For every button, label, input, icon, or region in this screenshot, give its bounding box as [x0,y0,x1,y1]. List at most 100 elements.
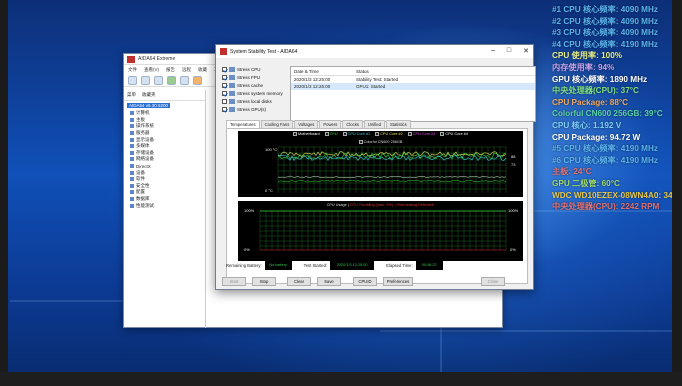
menu-favorites[interactable]: 收藏 [198,67,207,72]
screen-frame-bottom [0,372,682,386]
log-status: GPU1: Started [356,84,386,89]
menu-file[interactable]: 文件 [128,67,137,72]
log-header: Date & Time Status [291,67,535,76]
stress-label: Stress FPU [237,74,261,80]
log-col-datetime[interactable]: Date & Time [291,69,353,74]
tab-unified[interactable]: Unified [363,120,385,128]
user-icon[interactable] [180,76,189,85]
menu-view[interactable]: 查看(V) [144,67,159,72]
aida64-logo-icon [220,48,227,55]
preferences-button[interactable]: Preferences [383,277,413,286]
monitor-tabs: Temperatures Cooling Fans Voltages Powers Cl… [226,120,532,128]
cpuid-button[interactable]: CPUID [353,277,377,286]
stress-checkbox[interactable] [222,98,227,104]
tab-temperatures[interactable]: Temperatures [226,120,260,128]
tree-item-label: 多媒体 [136,143,150,149]
up-icon[interactable] [154,76,163,85]
osd-line: #3 CPU 核心频率: 4090 MHz [552,28,659,38]
osd-line: CPU 使用率: 100% [552,51,623,61]
tree-node-icon [130,131,134,136]
tab-powers[interactable]: Powers [319,120,342,128]
tree-item[interactable]: 服务器 [124,130,205,137]
stress-label: Stress local disks [237,98,272,104]
stress-option[interactable]: Stress FPU [222,73,294,81]
tree-node-icon [130,124,134,129]
tree-item[interactable]: 安全性 [124,183,205,190]
screen-frame-right [672,0,682,386]
back-icon[interactable] [128,76,137,85]
menu-report[interactable]: 报告 [166,67,175,72]
stress-checkbox[interactable] [222,66,227,72]
temperature-graph-canvas [277,146,507,193]
menu-remote[interactable]: 远程 [182,67,191,72]
event-log-table: Date & Time Status 2020/1/3 12:25:00 Sta… [290,66,536,122]
stability-title: System Stability Test - AIDA64 [230,49,298,55]
tree-item[interactable]: 计算机 [124,110,205,117]
tree-item[interactable]: 显示设备 [124,136,205,143]
tree-node-icon [130,177,134,182]
stress-checkbox[interactable] [222,107,227,113]
tree-tabs: 菜单 收藏夹 [124,90,205,101]
tree-item[interactable]: 多媒体 [124,143,205,150]
stress-option[interactable]: Stress GPU(s) [222,105,294,113]
tree-item[interactable]: DirectX [124,163,205,170]
tree-item[interactable]: 设备 [124,169,205,176]
tree-item[interactable]: 软件 [124,176,205,183]
stress-option[interactable]: Stress system memory [222,89,294,97]
stop-button[interactable]: Stop [252,277,276,286]
table-row[interactable]: 2020/1/3 12:25:00 GPU1: Started [291,83,535,90]
osd-line: 中央处理器(CPU): 37°C [552,86,639,96]
log-col-status[interactable]: Status [353,69,535,74]
osd-line: GPU 核心频率: 1890 MHz [552,74,648,84]
log-status: Stability Test: Started [356,77,399,82]
aida64-title: AIDA64 Extreme [138,56,176,62]
stress-option[interactable]: Stress cache [222,81,294,89]
tab-menu[interactable]: 菜单 [127,92,136,98]
tab-cooling-fans[interactable]: Cooling Fans [260,120,294,128]
aida64-tree-panel: 菜单 收藏夹 AIDA64 v6.30.5200 计算机 主板 操作系统 服务器 显示设… [124,90,206,328]
tree-item-label: 设备 [136,169,145,175]
battery-label: Remaining Battery: [226,262,262,268]
tree-item[interactable]: 网络设备 [124,156,205,163]
clear-button[interactable]: Clear [287,277,311,286]
stress-option[interactable]: Stress CPU [222,65,294,73]
tree-item[interactable]: 性能测试 [124,202,205,209]
tab-favorites[interactable]: 收藏夹 [142,92,156,98]
close-icon[interactable]: ✕ [523,47,529,55]
minimize-icon[interactable]: – [491,47,495,55]
save-button[interactable]: Save [317,277,341,286]
tab-clocks[interactable]: Clocks [342,120,363,128]
tree-item[interactable]: 操作系统 [124,123,205,130]
tree-root[interactable]: AIDA64 v6.30.5200 [124,101,205,110]
tab-statistics[interactable]: Statistics [385,120,411,128]
chart-icon[interactable] [193,76,202,85]
tab-voltages[interactable]: Voltages [294,120,319,128]
close-button[interactable]: Close [481,277,505,286]
elapsed-label: Elapsed Time: [386,262,413,268]
tree-node-icon [130,164,134,169]
tree-item[interactable]: 数据库 [124,196,205,203]
start-button[interactable]: Start [222,277,246,286]
tree-node-icon [130,157,134,162]
tree-item-label: 主板 [136,116,145,122]
forward-icon[interactable] [141,76,150,85]
stress-checkbox[interactable] [222,90,227,96]
status-row: Remaining Battery: No battery Test Start… [226,260,532,270]
refresh-icon[interactable] [167,76,176,85]
stress-checkbox[interactable] [222,74,227,80]
tree-node-icon [130,137,134,142]
usage-caption-main: CPU Usage [326,203,347,207]
tree-item-label: 安全性 [136,182,150,188]
wallpaper-beam [10,300,130,302]
battery-value: No battery [264,260,292,270]
stress-label: Stress cache [237,82,264,88]
stress-checkbox[interactable] [222,82,227,88]
maximize-icon[interactable]: □ [507,47,511,55]
usage-y-top: 100% [244,208,255,213]
table-row[interactable]: 2020/1/3 12:25:00 Stability Test: Starte… [291,76,535,83]
stability-test-window[interactable]: System Stability Test - AIDA64 – □ ✕ Str… [215,44,536,290]
tree-item[interactable]: 配置 [124,189,205,196]
stress-option[interactable]: Stress local disks [222,97,294,105]
tree-node-icon [130,144,134,149]
stability-titlebar[interactable]: System Stability Test - AIDA64 – □ ✕ [216,45,533,58]
